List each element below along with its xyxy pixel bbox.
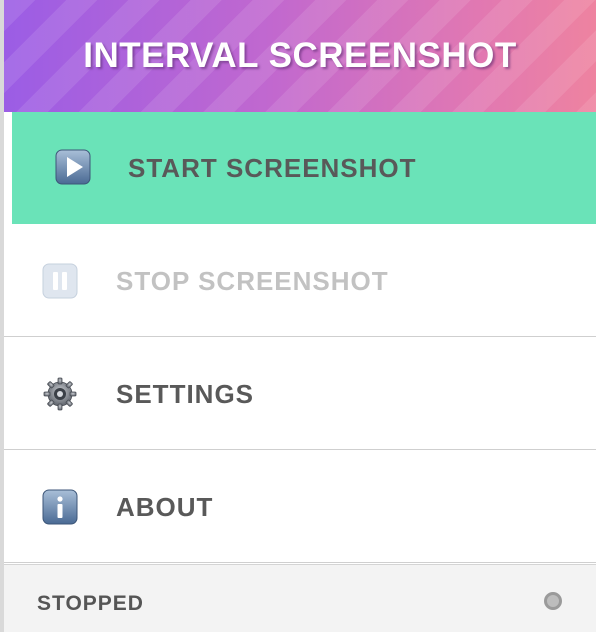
settings-button[interactable]: SETTINGS (4, 338, 596, 450)
stop-screenshot-button[interactable]: STOP SCREENSHOT (4, 225, 596, 337)
status-bar: STOPPED (4, 564, 596, 632)
about-button[interactable]: ABOUT (4, 451, 596, 563)
info-icon (42, 489, 78, 525)
pause-icon (42, 263, 78, 299)
start-screenshot-label: START SCREENSHOT (128, 153, 417, 183)
gear-icon (43, 377, 77, 411)
start-screenshot-button[interactable]: START SCREENSHOT (12, 112, 596, 224)
settings-label: SETTINGS (116, 379, 255, 409)
play-icon (55, 149, 91, 185)
header-banner: INTERVAL SCREENSHOT (4, 0, 596, 112)
status-text: STOPPED (37, 592, 144, 615)
about-label: ABOUT (116, 492, 214, 522)
extension-popup: INTERVAL SCREENSHOT START SCREENSHOT STO… (0, 0, 596, 632)
stop-screenshot-label: STOP SCREENSHOT (116, 266, 389, 296)
app-title: INTERVAL SCREENSHOT (83, 36, 517, 75)
status-indicator-dot (544, 592, 562, 610)
